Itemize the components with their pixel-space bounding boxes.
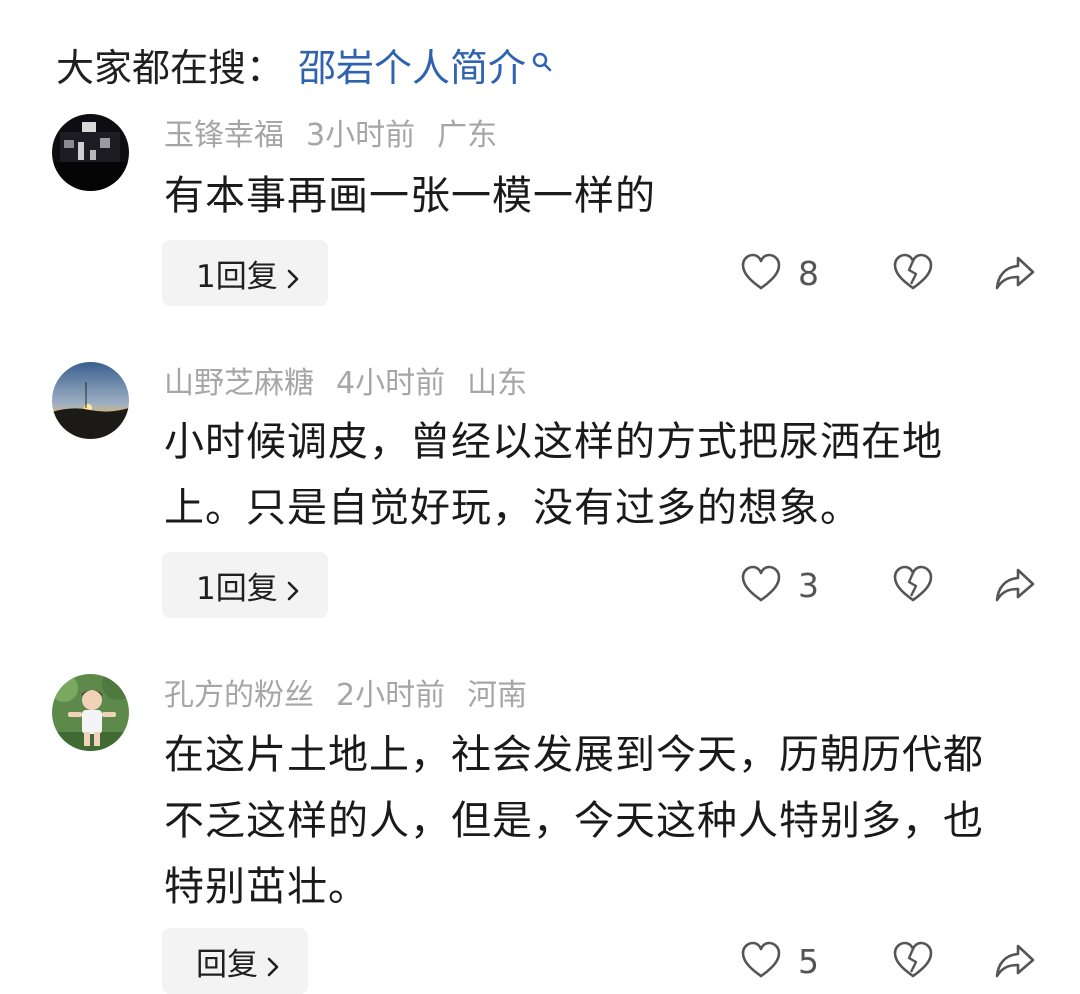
- like-icon[interactable]: [740, 564, 782, 606]
- share-icon[interactable]: [994, 252, 1036, 294]
- comment-meta: 玉锋幸福 3小时前 广东: [164, 116, 519, 156]
- dislike-icon[interactable]: [892, 252, 934, 294]
- dislike-icon[interactable]: [892, 564, 934, 606]
- chevron-right-icon: [286, 262, 300, 289]
- location: 山东: [467, 366, 528, 401]
- avatar[interactable]: [52, 114, 129, 191]
- timestamp: 3小时前: [306, 118, 416, 153]
- username[interactable]: 孔方的粉丝: [164, 678, 314, 713]
- search-prefix: 大家都在搜：: [56, 46, 285, 90]
- reply-button[interactable]: 1回复: [162, 552, 328, 618]
- reply-button[interactable]: 1回复: [162, 240, 328, 306]
- comment-text: 有本事再画一张一模一样的: [164, 173, 656, 219]
- comment-actions: 8: [740, 240, 1040, 306]
- location: 河南: [467, 678, 528, 713]
- comment-meta: 山野芝麻糖 4小时前 山东: [164, 364, 549, 404]
- comment-text: 在这片土地上，社会发展到今天，历朝历代都不乏这样的人，但是，今天这种人特别多，也…: [164, 732, 984, 910]
- comment-actions: 5: [740, 928, 1040, 994]
- like-count: 8: [798, 253, 819, 293]
- like-count: 5: [798, 941, 819, 981]
- username[interactable]: 山野芝麻糖: [164, 366, 314, 401]
- chevron-right-icon: [266, 950, 280, 977]
- search-icon[interactable]: [530, 43, 554, 81]
- share-icon[interactable]: [994, 940, 1036, 982]
- like-icon[interactable]: [740, 252, 782, 294]
- username[interactable]: 玉锋幸福: [164, 118, 284, 153]
- like-count: 3: [798, 565, 819, 605]
- avatar[interactable]: [52, 674, 129, 751]
- like-icon[interactable]: [740, 940, 782, 982]
- avatar[interactable]: [52, 362, 129, 439]
- location: 广东: [437, 118, 498, 153]
- comment-text: 小时候调皮，曾经以这样的方式把尿洒在地上。只是自觉好玩，没有过多的想象。: [164, 419, 943, 531]
- chevron-right-icon: [286, 574, 300, 601]
- reply-label: 1回复: [196, 570, 278, 607]
- reply-label: 1回复: [196, 258, 278, 295]
- reply-button[interactable]: 回复: [162, 928, 308, 994]
- comment-meta: 孔方的粉丝 2小时前 河南: [164, 676, 549, 716]
- timestamp: 2小时前: [336, 678, 446, 713]
- search-suggestion-link[interactable]: 邵岩个人简介: [298, 40, 526, 96]
- share-icon[interactable]: [994, 564, 1036, 606]
- comment-actions: 3: [740, 552, 1040, 618]
- timestamp: 4小时前: [336, 366, 446, 401]
- search-suggestion: 大家都在搜： 邵岩个人简介: [56, 40, 554, 96]
- reply-label: 回复: [196, 946, 258, 983]
- dislike-icon[interactable]: [892, 940, 934, 982]
